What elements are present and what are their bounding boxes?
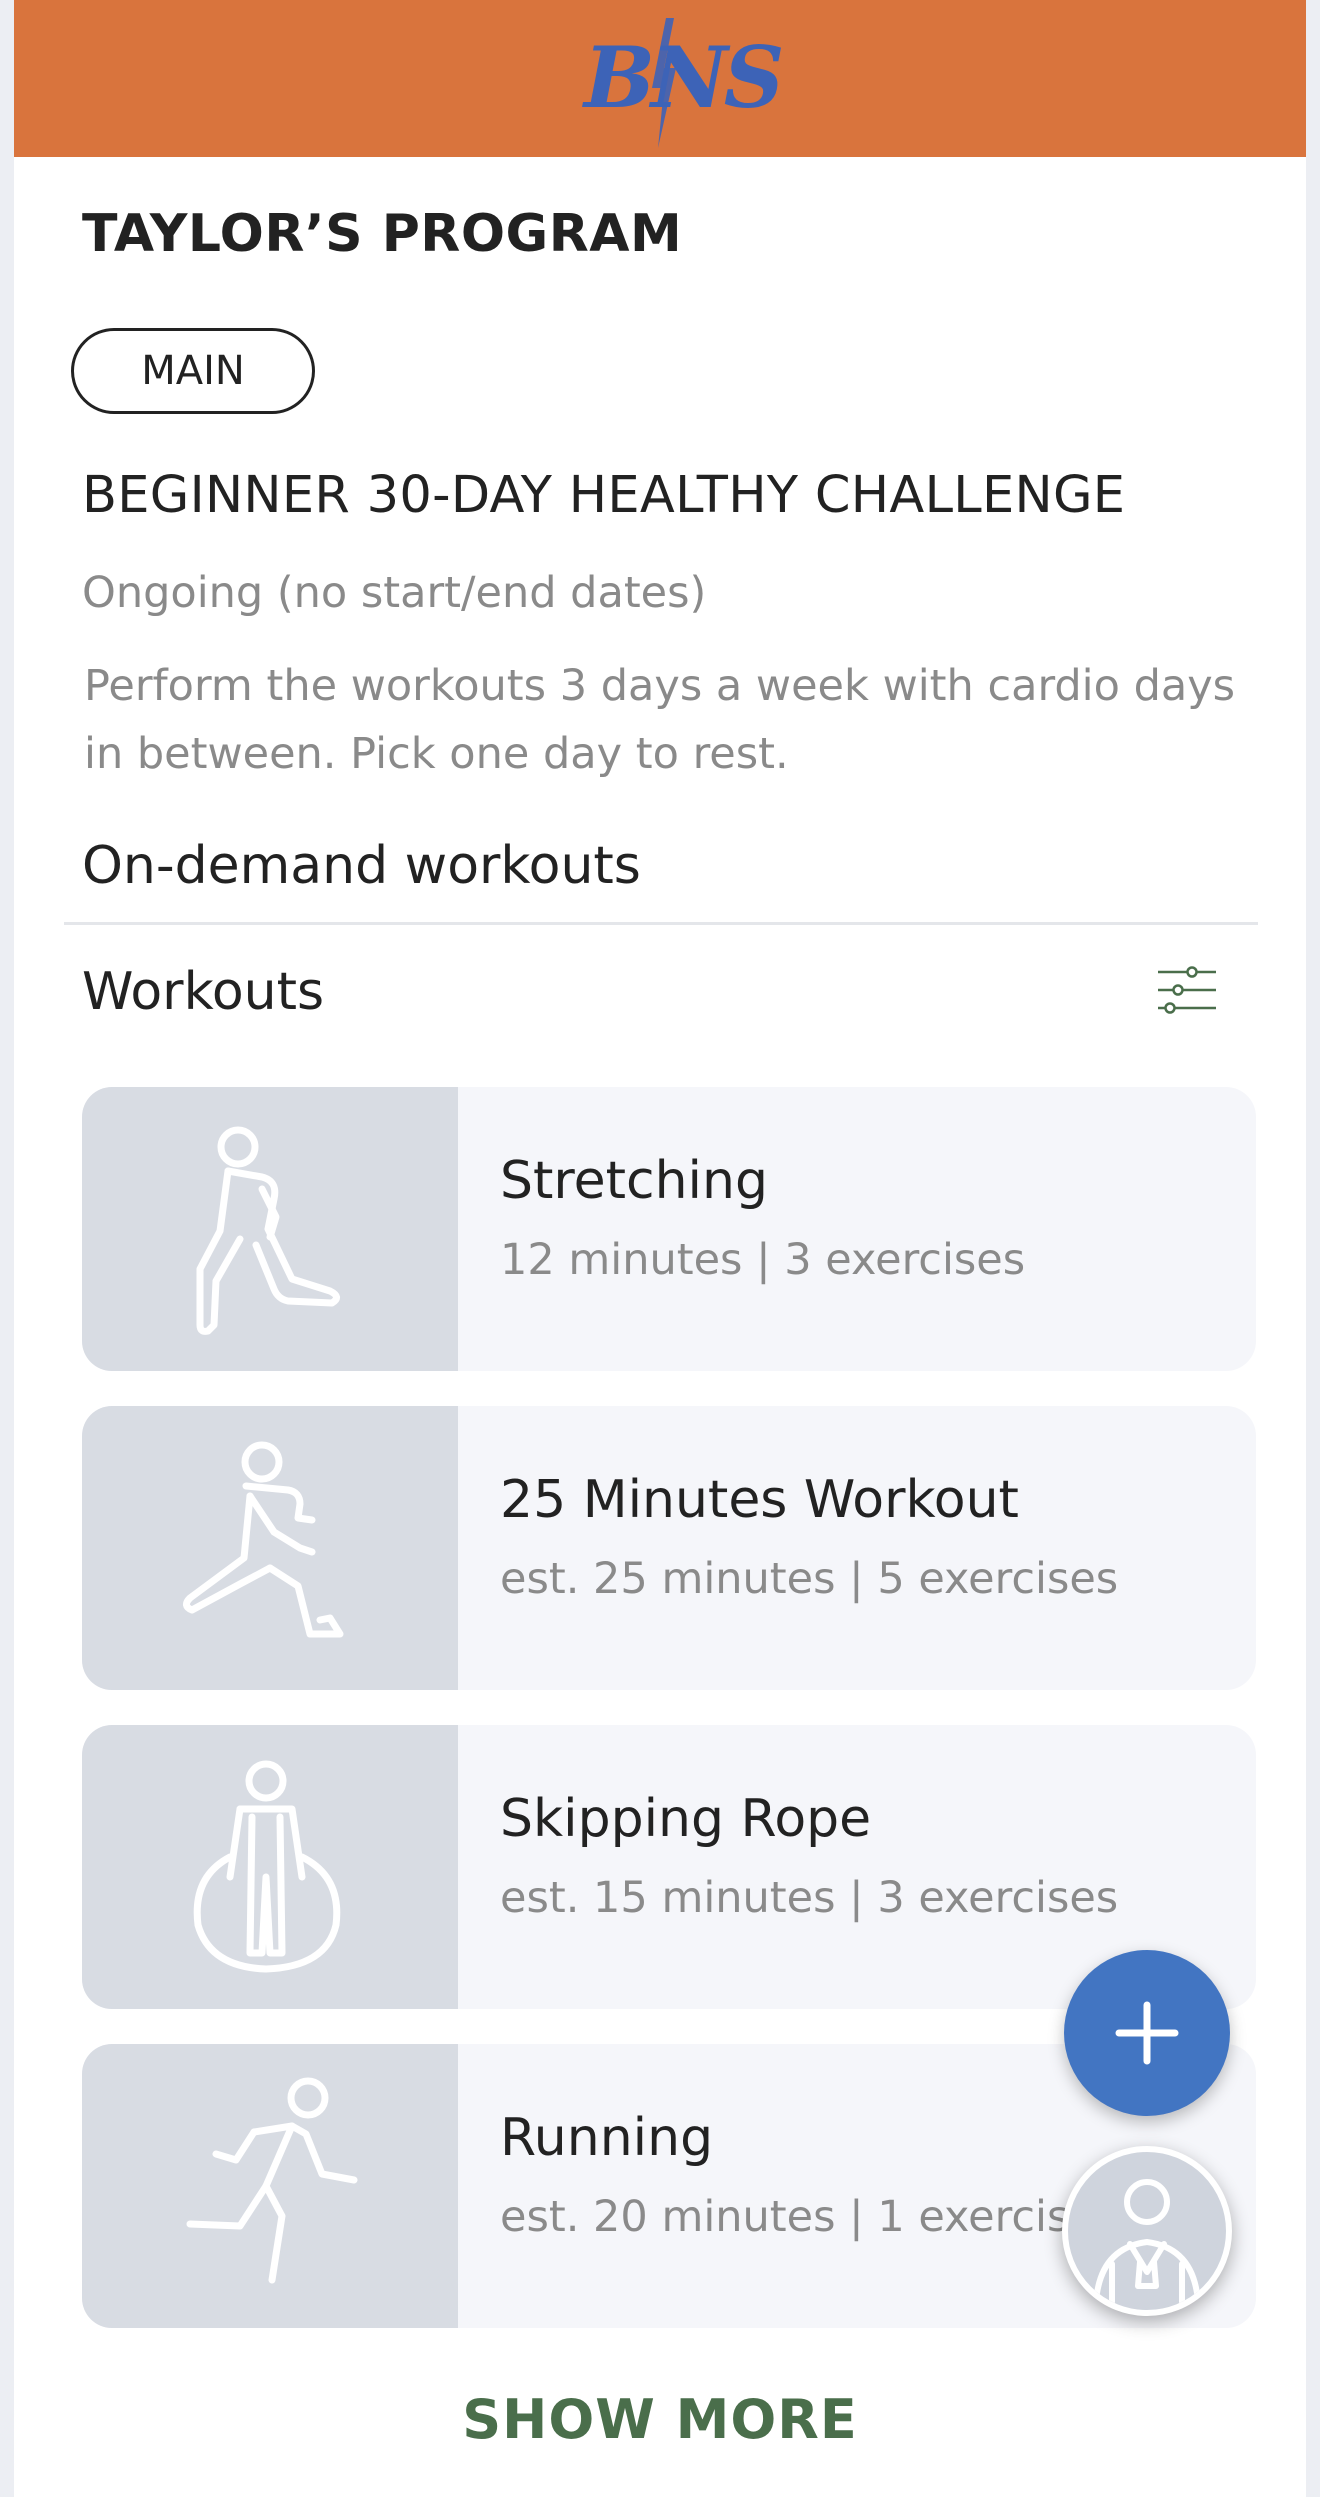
workout-thumbnail (82, 1725, 458, 2009)
coach-button[interactable] (1062, 2146, 1232, 2316)
workout-title: Running (500, 2108, 714, 2168)
page-title: TAYLOR’S PROGRAM (82, 204, 683, 264)
on-demand-heading: On-demand workouts (82, 836, 641, 896)
workout-meta: est. 15 minutes | 3 exercises (500, 1873, 1119, 1923)
lunge-icon (183, 1441, 344, 1638)
program-tag-main[interactable]: MAIN (71, 328, 315, 414)
running-icon (186, 2077, 358, 2284)
filter-button[interactable] (1152, 960, 1222, 1020)
workouts-heading: Workouts (82, 962, 325, 1022)
plus-icon (1115, 2001, 1179, 2065)
workout-title: Skipping Rope (500, 1789, 872, 1849)
workout-meta: 12 minutes | 3 exercises (500, 1235, 1026, 1285)
workout-meta: est. 20 minutes | 1 exercise (500, 2192, 1096, 2242)
workout-title: Stretching (500, 1151, 768, 1211)
sliders-icon (1158, 966, 1216, 1014)
logo-text: BNS (584, 28, 784, 127)
show-more-button[interactable]: SHOW MORE (14, 2388, 1306, 2451)
challenge-title: BEGINNER 30-DAY HEALTHY CHALLENGE (82, 466, 1126, 525)
workout-meta: est. 25 minutes | 5 exercises (500, 1554, 1119, 1604)
workout-thumbnail (82, 1087, 458, 1371)
section-divider (64, 922, 1258, 925)
top-header: BNS (14, 0, 1306, 157)
workout-card-stretching[interactable]: Stretching 12 minutes | 3 exercises (82, 1087, 1256, 1371)
program-description: Perform the workouts 3 days a week with … (84, 661, 1236, 779)
workout-thumbnail (82, 2044, 458, 2328)
add-button[interactable] (1064, 1950, 1230, 2116)
brand-logo[interactable]: BNS (584, 18, 784, 148)
workout-thumbnail (82, 1406, 458, 1690)
program-dates: Ongoing (no start/end dates) (82, 568, 707, 618)
coach-avatar-icon (1093, 2179, 1201, 2305)
app-page: BNS TAYLOR’S PROGRAM MAIN BEGINNER 30-DA… (14, 0, 1306, 2497)
workout-title: 25 Minutes Workout (500, 1470, 1019, 1530)
jump-rope-icon (193, 1760, 341, 1973)
stretching-icon (196, 1126, 340, 1335)
workout-card-25-minutes[interactable]: 25 Minutes Workout est. 25 minutes | 5 e… (82, 1406, 1256, 1690)
